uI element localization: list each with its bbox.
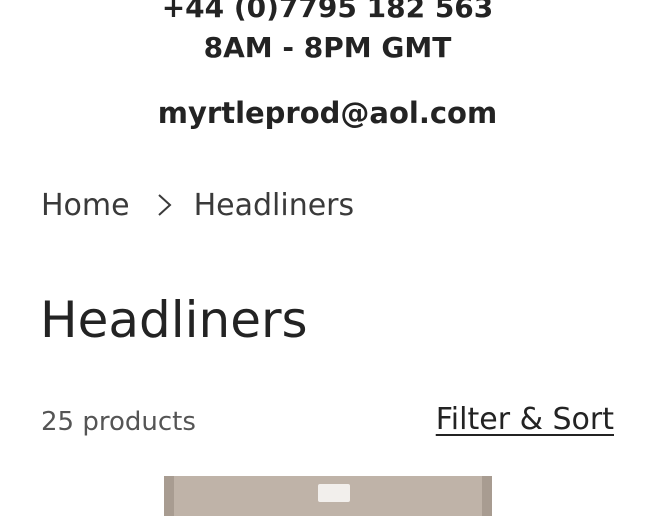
contact-email[interactable]: myrtleprod@aol.com	[0, 94, 655, 132]
filter-sort-button[interactable]: Filter & Sort	[436, 400, 614, 440]
contact-phone[interactable]: +44 (0)7795 182 563	[0, 0, 655, 26]
breadcrumb: Home Headliners	[41, 184, 354, 226]
product-image-headliner[interactable]	[164, 476, 492, 516]
product-count: 25 products	[41, 407, 196, 437]
page-title: Headliners	[40, 291, 308, 349]
product-image-cutout	[318, 484, 350, 502]
breadcrumb-current: Headliners	[193, 187, 355, 223]
product-image-edge	[482, 476, 492, 516]
product-image-edge	[164, 476, 174, 516]
opening-hours: 8AM - 8PM GMT	[203, 31, 452, 64]
breadcrumb-home-link[interactable]: Home	[41, 188, 130, 223]
chevron-right-icon	[148, 189, 180, 221]
